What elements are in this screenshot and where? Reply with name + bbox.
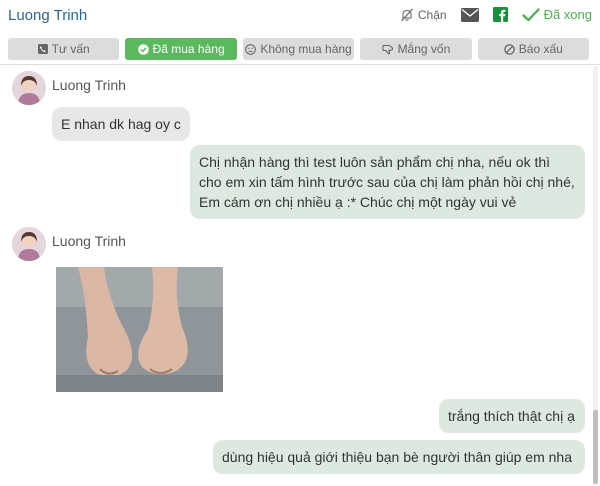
outgoing-message: dùng hiệu quả giới thiệu bạn bè người th…: [213, 440, 585, 474]
photo-attachment[interactable]: [56, 267, 223, 392]
tab-khong-mua-hang[interactable]: Không mua hàng: [242, 38, 355, 60]
check-circle-icon: [137, 43, 149, 55]
block-button[interactable]: Chặn: [400, 8, 447, 22]
outgoing-message: Chị nhận hàng thì test luôn sản phẩm chị…: [190, 145, 585, 219]
tab-da-mua-hang[interactable]: Đã mua hàng: [125, 38, 237, 60]
tab-label: Không mua hàng: [260, 42, 352, 56]
tab-label: Mắng vốn: [397, 42, 451, 56]
envelope-icon: [460, 7, 479, 22]
incoming-message: E nhan dk hag oy c: [52, 107, 190, 141]
tab-label: Tư vấn: [51, 42, 90, 56]
contact-name[interactable]: Luong Trinh: [8, 7, 87, 24]
check-icon: [521, 7, 540, 22]
tab-mang-von[interactable]: Mắng vốn: [360, 38, 472, 60]
message-button[interactable]: [460, 7, 479, 22]
tab-label: Báo xấu: [518, 42, 563, 56]
mute-icon: [400, 8, 414, 22]
facebook-icon: [492, 7, 508, 22]
done-button[interactable]: Đã xong: [521, 7, 592, 22]
tab-tu-van[interactable]: Tư vấn: [8, 38, 120, 60]
ban-icon: [504, 43, 515, 55]
scroll-thumb[interactable]: [593, 410, 598, 484]
frown-icon: [245, 43, 257, 55]
sender-name: Luong Trinh: [52, 77, 126, 93]
status-tabs: Tư vấn Đã mua hàng Không mua hàng Mắng v…: [8, 38, 590, 60]
avatar: [12, 71, 46, 105]
tab-label: Đã mua hàng: [152, 42, 225, 56]
sender-name: Luong Trinh: [52, 233, 126, 249]
scrollbar[interactable]: [593, 66, 598, 484]
header-actions: Chặn Đã xong: [400, 7, 592, 22]
phone-icon: [37, 44, 48, 54]
outgoing-message: trắng thích thật chị ạ: [439, 399, 585, 433]
conversation-header: Luong Trinh Chặn Đã xong: [0, 0, 600, 34]
block-label: Chặn: [417, 7, 447, 22]
tab-bao-xau[interactable]: Báo xấu: [477, 38, 590, 60]
thumbs-down-icon: [382, 44, 394, 55]
avatar: [12, 227, 46, 261]
done-label: Đã xong: [543, 7, 592, 22]
facebook-button[interactable]: [492, 7, 508, 22]
